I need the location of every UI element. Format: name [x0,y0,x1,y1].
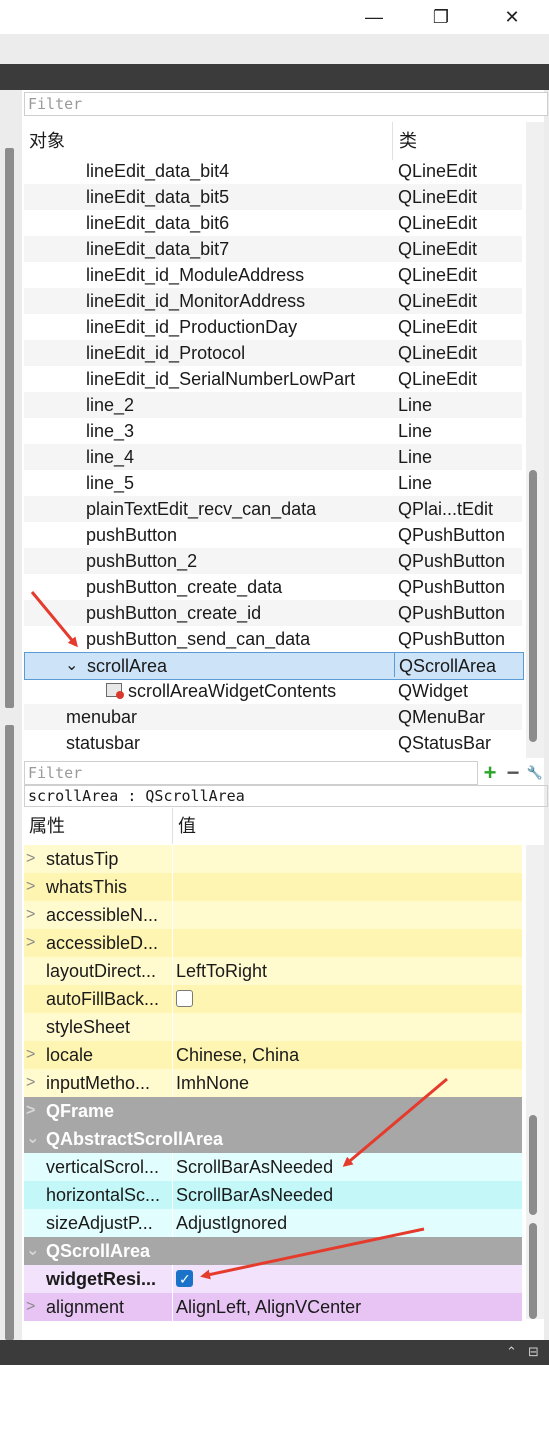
annotation-arrow [30,591,78,648]
annotation-arrow [342,1077,448,1167]
annotation-arrow [200,1227,425,1280]
annotation-arrows [30,591,448,1280]
